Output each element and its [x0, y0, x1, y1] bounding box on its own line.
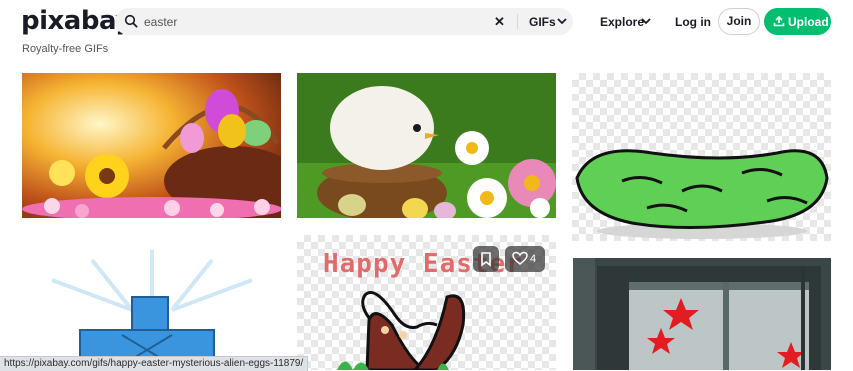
chick-basket-image	[297, 73, 556, 218]
result-thumbnail[interactable]	[573, 258, 831, 370]
result-thumbnail[interactable]: Happy Easter 4	[297, 235, 556, 370]
media-type-select[interactable]: GIFs	[529, 15, 556, 29]
green-shape-image	[575, 149, 829, 239]
page-subtitle: Royalty-free GIFs	[22, 43, 109, 55]
result-thumbnail[interactable]	[22, 240, 281, 370]
result-thumbnail[interactable]	[297, 73, 556, 218]
top-bar: pixabay easter ✕ GIFs Explore Log in Joi…	[0, 0, 853, 44]
status-bar-url: https://pixabay.com/gifs/happy-easter-my…	[0, 356, 309, 371]
like-count: 4	[530, 253, 537, 265]
login-link[interactable]: Log in	[675, 15, 711, 29]
search-input[interactable]: easter	[144, 15, 177, 29]
heart-icon	[512, 251, 528, 265]
clear-search-icon[interactable]: ✕	[494, 14, 505, 30]
like-button[interactable]: 4	[505, 246, 545, 272]
result-thumbnail[interactable]	[572, 73, 831, 241]
chevron-down-icon[interactable]	[640, 15, 652, 27]
search-bar[interactable]: easter ✕ GIFs	[115, 8, 573, 35]
search-icon	[124, 14, 138, 28]
bookmark-icon	[481, 252, 491, 267]
result-thumbnail[interactable]	[22, 73, 281, 218]
save-to-collection-button[interactable]	[473, 246, 499, 272]
window-stars-image	[573, 258, 831, 370]
upload-button[interactable]: Upload	[764, 8, 831, 35]
blue-figure-image	[51, 250, 253, 370]
upload-icon	[773, 15, 785, 27]
search-divider	[517, 14, 518, 29]
upload-label: Upload	[788, 15, 829, 29]
easter-basket-image	[22, 73, 281, 218]
chevron-down-icon[interactable]	[556, 15, 568, 27]
explore-menu[interactable]: Explore	[600, 15, 644, 29]
join-button[interactable]: Join	[718, 8, 760, 35]
